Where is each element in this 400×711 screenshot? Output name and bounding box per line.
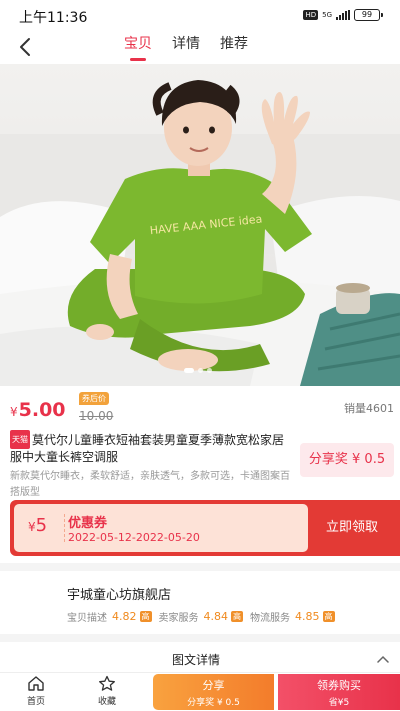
detail-section-title: 图文详情 — [172, 653, 221, 667]
rating-badge-description: 高 — [139, 611, 152, 622]
tmall-badge: 天猫 — [10, 430, 30, 449]
coupon-date-range: 2022-05-12-2022-05-20 — [68, 531, 200, 544]
back-arrow-icon[interactable] — [14, 35, 38, 59]
buy-button-savings: 省¥5 — [328, 698, 350, 708]
product-title-text: 莫代尔儿童睡衣短袖套装男童夏季薄款宽松家居服中大童长裤空调服 — [10, 433, 285, 464]
currency-symbol: ¥ — [10, 405, 18, 419]
sales-count: 销量4601 — [344, 402, 394, 415]
coupon-amount: ¥5 — [28, 515, 47, 536]
price-value: 5.00 — [18, 399, 66, 421]
product-description: 新款莫代尔睡衣，柔软舒适，亲肤透气，多款可选，卡通图案百搭版型 — [10, 471, 290, 498]
home-label: 首页 — [26, 697, 45, 707]
coupon-name: 优惠券 — [68, 516, 108, 531]
price-row: ¥5.00 — [0, 390, 400, 424]
share-button-reward: 分享奖 ¥ 0.5 — [187, 698, 240, 708]
carousel-indicator — [184, 368, 212, 373]
battery-icon: 99 — [354, 9, 383, 21]
rating-badge-service: 高 — [231, 611, 243, 622]
detail-section-header[interactable]: 图文详情 — [0, 642, 400, 672]
section-divider — [0, 634, 400, 642]
status-time: 上午11:36 — [19, 10, 88, 26]
section-divider — [0, 563, 400, 571]
rating-value-service: 4.84 — [203, 610, 229, 623]
coupon-body: ¥5 优惠券 2022-05-12-2022-05-20 — [14, 504, 308, 552]
rating-value-description: 4.82 — [112, 610, 137, 623]
status-icons: HD 5G 99 — [303, 8, 383, 22]
shop-ratings: 宝贝描述 4.82 高 卖家服务 4.84 高 物流服务 4.85 高 — [67, 609, 339, 624]
buy-button-label: 领券购买 — [317, 679, 361, 692]
share-button[interactable]: 分享 分享奖 ¥ 0.5 — [153, 674, 274, 710]
product-title-block: 天猫 莫代尔儿童睡衣短袖套装男童夏季薄款宽松家居服中大童长裤空调服 新款莫代尔睡衣… — [10, 430, 293, 501]
share-button-label: 分享 — [202, 679, 225, 692]
rating-label-description: 宝贝描述 — [67, 613, 107, 624]
shop-name[interactable]: 宇城童心坊旗舰店 — [67, 584, 171, 603]
favorite-label: 收藏 — [97, 697, 116, 707]
tab-recommend[interactable]: 推荐 — [220, 34, 248, 62]
home-button[interactable]: 首页 — [15, 675, 57, 707]
original-price: 10.00 — [79, 409, 114, 423]
coupon-currency: ¥ — [28, 520, 36, 534]
network-type: 5G — [322, 10, 332, 19]
tab-details[interactable]: 详情 — [172, 34, 200, 62]
status-bar: 上午11:36 HD 5G 99 — [0, 0, 400, 30]
rating-label-logistics: 物流服务 — [250, 613, 290, 624]
product-title: 天猫 莫代尔儿童睡衣短袖套装男童夏季薄款宽松家居服中大童长裤空调服 — [10, 430, 293, 466]
claim-coupon-button[interactable]: 立即领取 — [310, 510, 394, 546]
chevron-up-icon[interactable] — [376, 654, 390, 664]
home-icon — [28, 676, 44, 691]
bottom-bar: 首页 收藏 分享 分享奖 ¥ 0.5 领券购买 省¥5 — [0, 672, 400, 711]
signal-icon — [336, 10, 350, 20]
product-photo: HAVE AAA NICE idea — [0, 64, 400, 386]
hd-badge: HD — [303, 10, 319, 20]
coupon-price-tag: 券后价 — [79, 392, 109, 405]
tab-baby[interactable]: 宝贝 — [124, 34, 152, 62]
rating-badge-logistics: 高 — [322, 611, 335, 622]
share-reward-button[interactable]: 分享奖 ¥ 0.5 — [300, 443, 394, 477]
favorite-button[interactable]: 收藏 — [86, 675, 128, 707]
coupon-amount-value: 5 — [35, 515, 48, 536]
rating-label-service: 卖家服务 — [158, 613, 199, 624]
coupon-divider — [64, 514, 65, 542]
coupon-card[interactable]: ¥5 优惠券 2022-05-12-2022-05-20 立即领取 — [10, 500, 400, 556]
coupon-price: ¥5.00 — [10, 399, 66, 421]
tab-bar: 宝贝 详情 推荐 — [124, 34, 248, 62]
star-icon — [99, 675, 115, 691]
product-image[interactable]: HAVE AAA NICE idea — [0, 64, 400, 386]
rating-value-logistics: 4.85 — [295, 610, 320, 623]
claim-and-buy-button[interactable]: 领券购买 省¥5 — [278, 674, 400, 710]
top-nav: 宝贝 详情 推荐 — [0, 30, 400, 64]
